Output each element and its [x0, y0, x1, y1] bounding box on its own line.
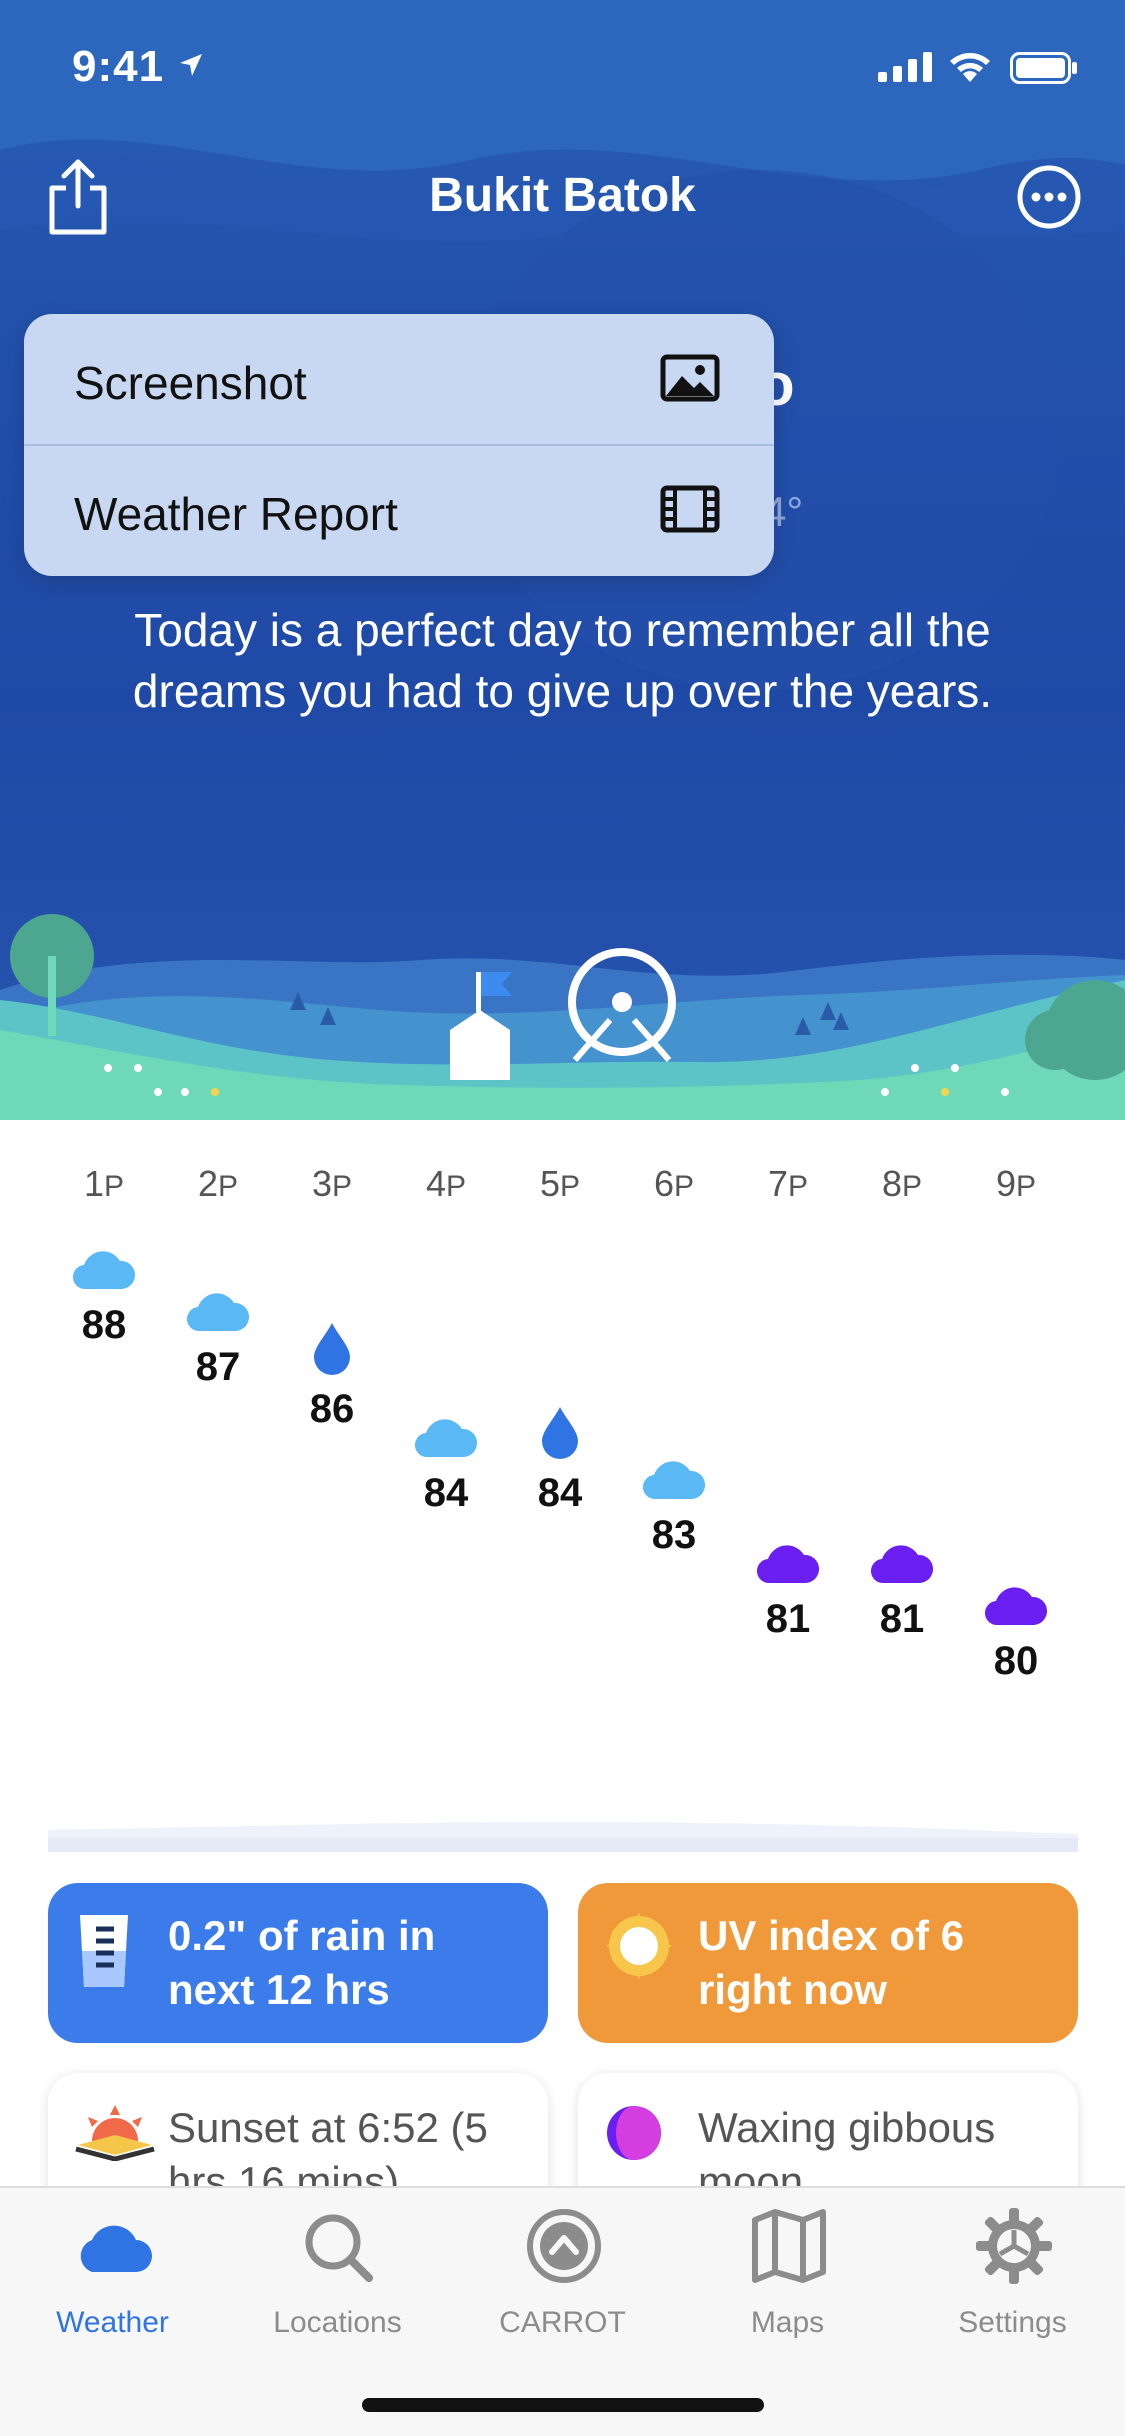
cloud-icon: [642, 1461, 706, 1500]
gear-icon: [976, 2208, 1052, 2284]
hour-number: 6: [653, 1163, 674, 1204]
nav-header: Bukit Batok: [0, 150, 1125, 240]
hour-temp: 87: [195, 1345, 241, 1389]
location-arrow-icon: [180, 54, 202, 76]
image-icon: [660, 354, 720, 402]
menu-item-weather-report[interactable]: Weather Report: [24, 445, 774, 576]
rain-card[interactable]: 0.2" of rain in next 12 hrs: [48, 1883, 548, 2043]
cloud-icon: [72, 1251, 136, 1290]
hour-number: 7: [767, 1163, 788, 1204]
hour-number: 1: [83, 1163, 104, 1204]
tab-label: Locations: [273, 2306, 402, 2339]
hour-label: 4P: [389, 1163, 503, 1205]
rain-timeline: [48, 1822, 1078, 1852]
map-icon: [752, 2209, 826, 2283]
hour-number: 4: [425, 1163, 446, 1204]
uv-card[interactable]: UV index of 6 right now: [578, 1883, 1078, 2043]
tab-label: CARROT: [499, 2306, 626, 2339]
hour-suffix: P: [446, 1170, 467, 1203]
rain-drop-icon: [314, 1323, 350, 1375]
hour-temp: 84: [423, 1471, 469, 1515]
rain-card-text: 0.2" of rain in next 12 hrs: [168, 1912, 436, 2013]
weather-hero: 9:41 Bukit Batok o 4° Today is a perfect…: [0, 0, 1125, 1120]
tab-label: Maps: [750, 2306, 825, 2339]
cloud-icon: [80, 2225, 152, 2272]
night-cloud-icon: [870, 1545, 934, 1584]
status-time: 9:41: [72, 42, 165, 91]
home-indicator[interactable]: [362, 2398, 764, 2412]
carrot-logo-icon: [527, 2209, 601, 2283]
hour-label: 1P: [47, 1163, 161, 1205]
cell-signal-icon: [878, 52, 932, 82]
hour-number: 3: [311, 1163, 332, 1204]
cloud-icon: [186, 1293, 250, 1332]
tab-weather[interactable]: Weather: [0, 2188, 225, 2358]
hour-label: 2P: [161, 1163, 275, 1205]
hour-temp: 81: [879, 1597, 925, 1641]
search-icon: [305, 2214, 373, 2282]
hour-number: 2: [197, 1163, 218, 1204]
menu-item-label: Screenshot: [74, 357, 307, 409]
hour-label: 8P: [845, 1163, 959, 1205]
tab-locations[interactable]: Locations: [225, 2188, 450, 2358]
hour-label: 7P: [731, 1163, 845, 1205]
tab-label: Settings: [958, 2306, 1067, 2339]
tab-carrot[interactable]: CARROT: [450, 2188, 675, 2358]
night-cloud-icon: [756, 1545, 820, 1584]
hour-label: 5P: [503, 1163, 617, 1205]
cloud-icon: [414, 1419, 478, 1458]
uv-card-text: UV index of 6 right now: [698, 1912, 965, 2013]
sunset-icon: [75, 2105, 155, 2161]
night-cloud-icon: [984, 1587, 1048, 1626]
hour-suffix: P: [674, 1170, 695, 1203]
menu-item-screenshot[interactable]: Screenshot: [24, 314, 774, 445]
tab-label: Weather: [56, 2306, 169, 2339]
hour-temp: 83: [651, 1513, 697, 1557]
battery-icon: [1010, 52, 1077, 84]
rain-gauge-icon: [80, 1915, 128, 1987]
hour-temp: 84: [537, 1471, 583, 1515]
hour-suffix: P: [902, 1170, 923, 1203]
forecast-message: Today is a perfect day to remember all t…: [132, 604, 993, 717]
hour-suffix: P: [332, 1170, 353, 1203]
hour-number: 5: [539, 1163, 560, 1204]
rain-drop-icon: [542, 1407, 578, 1459]
hour-label: 6P: [617, 1163, 731, 1205]
hour-label: 9P: [959, 1163, 1073, 1205]
hour-temp: 80: [993, 1639, 1039, 1683]
landscape-illustration: [0, 914, 1125, 1120]
hour-temp: 88: [81, 1303, 127, 1347]
tab-settings[interactable]: Settings: [900, 2188, 1125, 2358]
location-title[interactable]: Bukit Batok: [0, 168, 1125, 223]
hour-label: 3P: [275, 1163, 389, 1205]
hour-suffix: P: [560, 1170, 581, 1203]
film-icon: [660, 485, 720, 533]
more-options-icon[interactable]: [1016, 164, 1082, 230]
sun-icon: [606, 1913, 672, 1979]
hour-suffix: P: [788, 1170, 809, 1203]
share-menu: Screenshot Weather Report: [24, 314, 774, 576]
hour-suffix: P: [104, 1170, 125, 1203]
hour-temp: 81: [765, 1597, 811, 1641]
hour-number: 9: [995, 1163, 1016, 1204]
status-bar: 9:41: [0, 0, 1125, 140]
hour-suffix: P: [1016, 1170, 1037, 1203]
waxing-gibbous-moon-icon: [607, 2106, 661, 2160]
menu-item-label: Weather Report: [74, 488, 398, 540]
wifi-icon: [950, 53, 990, 82]
tab-maps[interactable]: Maps: [675, 2188, 900, 2358]
hour-number: 8: [881, 1163, 902, 1204]
hour-temp: 86: [309, 1387, 355, 1431]
hour-suffix: P: [218, 1170, 239, 1203]
